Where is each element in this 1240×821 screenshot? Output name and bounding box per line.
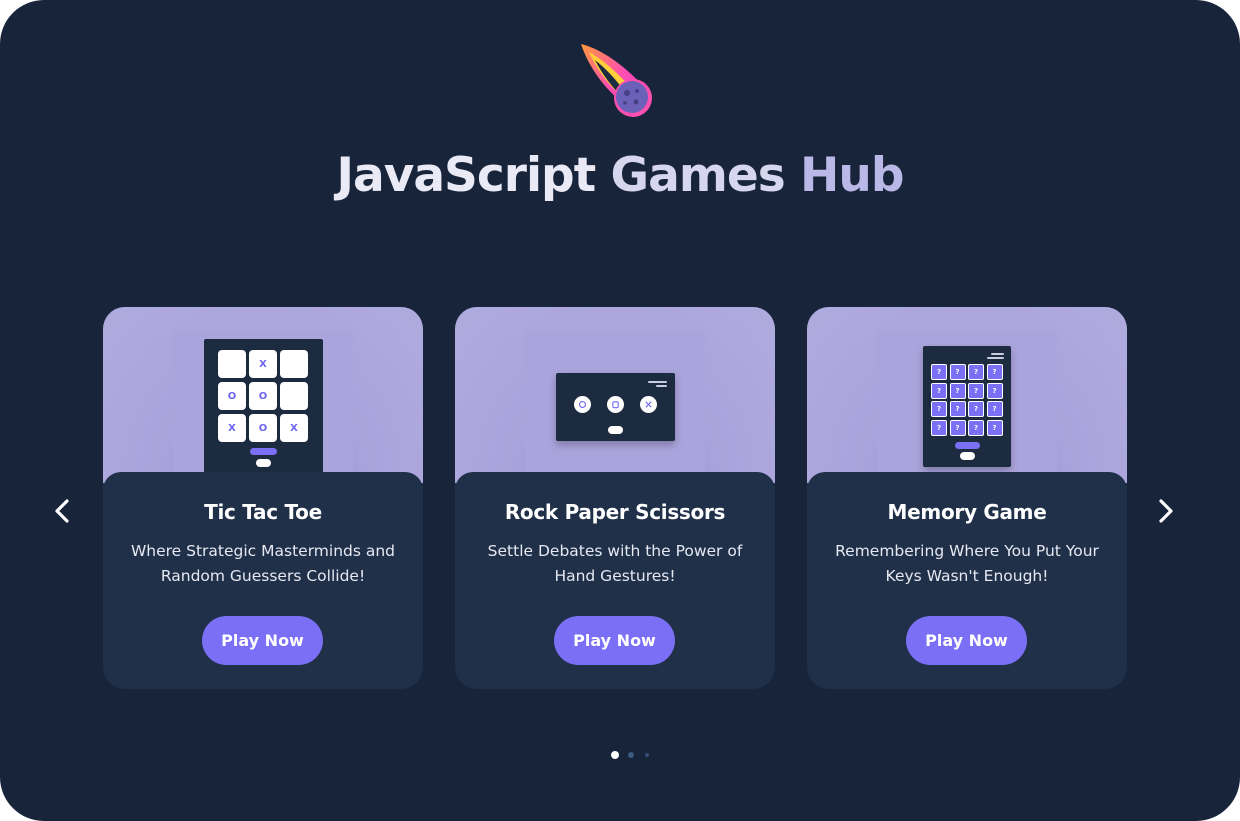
rock-paper-scissors-preview xyxy=(556,373,675,441)
memory-card-cell: ? xyxy=(931,419,947,436)
card-preview: ???????????????? xyxy=(807,307,1127,483)
memory-card-cell: ? xyxy=(968,401,984,417)
title-word-3: Hub xyxy=(800,148,904,203)
board-cell: X xyxy=(249,350,277,378)
memory-card-cell: ? xyxy=(949,364,966,380)
scissors-hand-icon xyxy=(640,396,657,413)
card-preview: X O O X O X xyxy=(103,307,423,489)
card-description: Where Strategic Masterminds and Random G… xyxy=(130,542,396,585)
rock-fist-icon xyxy=(574,396,591,413)
preview-toggle xyxy=(608,426,623,434)
board-cell: O xyxy=(218,382,246,410)
memory-card-cell: ? xyxy=(949,382,966,399)
board-cell: O xyxy=(249,382,277,410)
memory-game-preview: ???????????????? xyxy=(923,346,1011,467)
card-preview xyxy=(455,307,775,483)
memory-card-cell: ? xyxy=(968,419,984,436)
card-title: Memory Game xyxy=(887,500,1047,524)
pagination-dot[interactable] xyxy=(645,753,649,757)
preview-start-pill xyxy=(955,442,980,449)
memory-card-cell: ? xyxy=(931,382,947,399)
pagination-dot-active[interactable] xyxy=(611,751,619,759)
memory-card-cell: ? xyxy=(931,364,947,380)
carousel-next-button[interactable] xyxy=(1150,495,1182,527)
board-cell xyxy=(280,382,308,410)
tic-tac-toe-preview: X O O X O X xyxy=(204,339,323,489)
game-card-rock-paper-scissors: Rock Paper Scissors Settle Debates with … xyxy=(455,307,775,689)
card-title: Rock Paper Scissors xyxy=(504,500,726,524)
memory-card-cell: ? xyxy=(949,419,966,436)
carousel-prev-button[interactable] xyxy=(46,495,78,527)
memory-card-cell: ? xyxy=(986,419,1003,436)
card-title: Tic Tac Toe xyxy=(204,500,322,524)
game-card-memory-game: ???????????????? Memory Game Remembering… xyxy=(807,307,1127,689)
memory-card-cell: ? xyxy=(968,382,984,399)
play-now-button[interactable]: Play Now xyxy=(906,616,1027,665)
memory-card-cell: ? xyxy=(986,364,1003,380)
meteor-icon xyxy=(581,44,652,117)
preview-toggle xyxy=(256,459,271,467)
chevron-left-icon xyxy=(55,499,69,523)
card-description: Remembering Where You Put Your Keys Wasn… xyxy=(835,542,1099,585)
paper-hand-icon xyxy=(607,396,624,413)
app-window: JavaScript Games Hub X O O X O X Tic Tac… xyxy=(0,0,1240,821)
page-title: JavaScript Games Hub xyxy=(0,148,1240,203)
memory-card-cell: ? xyxy=(949,401,966,417)
memory-card-cell: ? xyxy=(931,401,947,417)
memory-card-cell: ? xyxy=(968,364,984,380)
title-word-2: Games xyxy=(610,148,786,203)
card-description: Settle Debates with the Power of Hand Ge… xyxy=(487,542,743,585)
card-body: Memory Game Remembering Where You Put Yo… xyxy=(807,472,1127,689)
board-cell: X xyxy=(218,414,246,442)
pagination-dot[interactable] xyxy=(628,752,634,758)
play-now-button[interactable]: Play Now xyxy=(554,616,675,665)
title-word-1: JavaScript xyxy=(336,148,597,203)
board-cell: X xyxy=(280,414,308,442)
memory-card-cell: ? xyxy=(986,401,1003,417)
board-cell: O xyxy=(249,414,277,442)
chevron-right-icon xyxy=(1159,499,1173,523)
preview-restart-pill xyxy=(250,448,277,455)
card-body: Tic Tac Toe Where Strategic Masterminds … xyxy=(103,472,423,689)
board-cell xyxy=(218,350,246,378)
card-body: Rock Paper Scissors Settle Debates with … xyxy=(455,472,775,689)
memory-card-cell: ? xyxy=(986,382,1003,399)
play-now-button[interactable]: Play Now xyxy=(202,616,323,665)
preview-toggle xyxy=(960,452,975,460)
game-card-tic-tac-toe: X O O X O X Tic Tac Toe Where Strategic … xyxy=(103,307,423,689)
board-cell xyxy=(280,350,308,378)
